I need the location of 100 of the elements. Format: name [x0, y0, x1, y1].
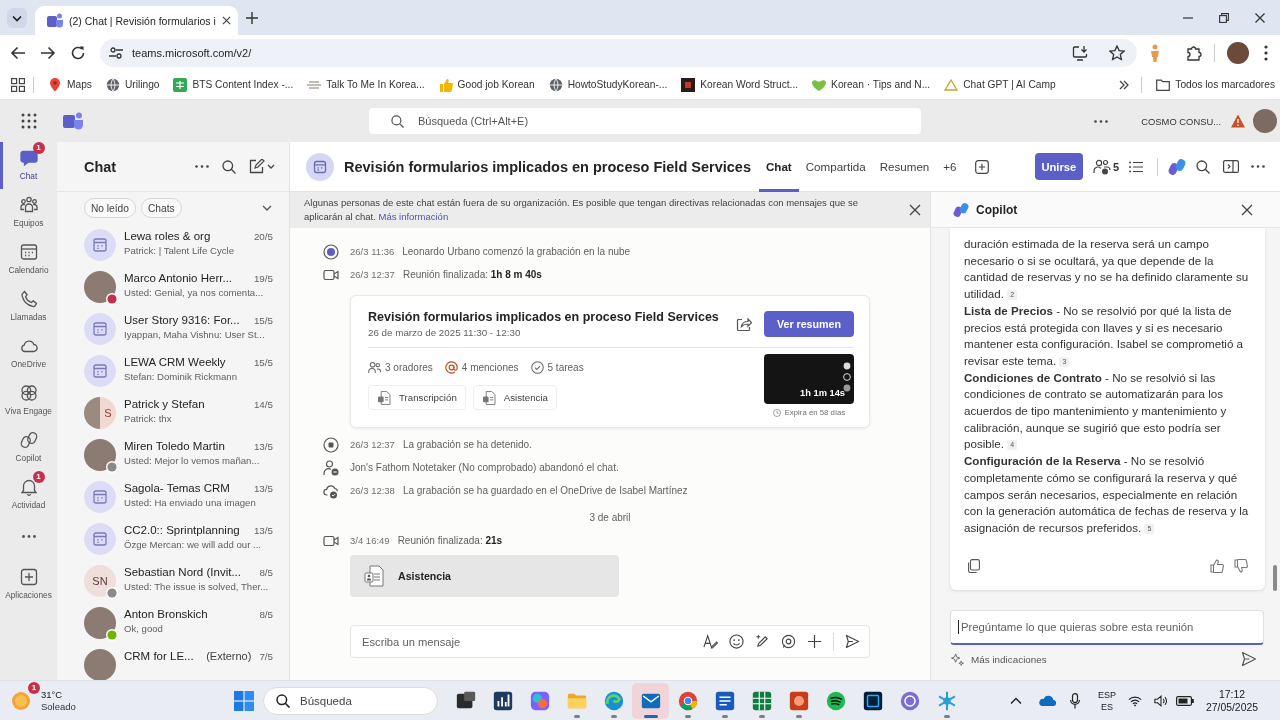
chat-name[interactable]: CC2.0:: Sprintplanning: [124, 524, 240, 536]
more-icon[interactable]: [21, 535, 36, 538]
list-icon[interactable]: [1129, 159, 1143, 174]
bookmark-link[interactable]: Good job Korean: [432, 73, 543, 96]
cloud-icon[interactable]: [1037, 695, 1056, 706]
weather-widget[interactable]: 1 31°C Soleado: [0, 680, 234, 720]
app-launcher-icon[interactable]: [21, 113, 37, 129]
file-button[interactable]: Transcripción: [368, 385, 466, 410]
compose-icon[interactable]: [249, 159, 275, 174]
search-icon[interactable]: [222, 159, 236, 174]
apps-grid-icon[interactable]: [11, 77, 25, 92]
taskbar-search[interactable]: Búsqueda: [263, 686, 438, 715]
filter-chip[interactable]: Chats: [140, 198, 182, 218]
chat-name[interactable]: Patrick y Stefan: [124, 398, 205, 410]
ring-bubble-icon[interactable]: [781, 634, 796, 649]
puzzle-icon[interactable]: [1186, 44, 1202, 61]
windows-logo-icon[interactable]: [234, 690, 254, 711]
close-icon[interactable]: [1255, 12, 1265, 23]
avatar-placeholder[interactable]: [1253, 109, 1277, 133]
more-prompts-button[interactable]: Más indicaciones: [951, 652, 1047, 666]
rail-item[interactable]: Llamadas: [0, 283, 57, 330]
side-panel-icon[interactable]: [1223, 160, 1239, 173]
back-icon[interactable]: [10, 44, 26, 61]
send-icon[interactable]: [1241, 651, 1257, 667]
chat-name[interactable]: User Story 9316: For...: [124, 314, 240, 326]
chat-name[interactable]: Lewa roles & org: [124, 230, 211, 242]
meeting-title[interactable]: Revisión formularios implicados en proceso Field Services: [368, 308, 736, 325]
language-indicator[interactable]: ESP ES: [1097, 688, 1116, 713]
close-icon[interactable]: [909, 204, 921, 216]
chat-name[interactable]: Anton Bronskich: [124, 608, 208, 620]
plus-icon[interactable]: [807, 634, 822, 649]
close-icon[interactable]: [221, 16, 231, 25]
bookmark-link[interactable]: Chat GPT | AI Camp: [938, 73, 1064, 96]
filter-chip[interactable]: No leído: [84, 198, 136, 218]
restore-icon[interactable]: [1219, 12, 1229, 23]
bookmark-link[interactable]: BTS Content Index -...: [167, 73, 302, 96]
search-field[interactable]: Búsqueda (Ctrl+Alt+E): [369, 108, 921, 134]
star-icon[interactable]: [1109, 44, 1125, 61]
rail-item[interactable]: Equipos: [0, 189, 57, 236]
chat-name[interactable]: Sebastian Nord (Invit...: [124, 566, 241, 578]
message-field[interactable]: Escriba un mensaje: [350, 625, 870, 658]
emoji-icon[interactable]: [729, 634, 744, 649]
more-icon[interactable]: [1251, 165, 1265, 168]
send-icon[interactable]: [845, 634, 860, 649]
chat-name[interactable]: CRM for LE...: [124, 650, 194, 662]
view-summary-button[interactable]: Ver resumen: [764, 311, 854, 337]
file-button[interactable]: Asistencia: [472, 385, 557, 410]
rail-item[interactable]: Aplicaciones: [0, 561, 57, 608]
bookmark-link[interactable]: HowtoStudyKorean-...: [542, 73, 676, 96]
chat-name[interactable]: Marco Antonio Herr...: [124, 272, 233, 284]
chevron-double-icon[interactable]: [1119, 79, 1130, 90]
rail-item[interactable]: Calendario: [0, 236, 57, 283]
battery-icon[interactable]: [1176, 695, 1194, 706]
attachment-card[interactable]: Asistencia: [350, 555, 619, 597]
menu-icon[interactable]: [1264, 44, 1268, 61]
browser-tab[interactable]: (2) Chat | Revisión formularios i: [35, 6, 238, 35]
warning-icon[interactable]: [1231, 114, 1245, 128]
people-tile-icon[interactable]: [63, 112, 83, 130]
more-icon[interactable]: [195, 165, 209, 168]
bookmark-link[interactable]: Korean · Tips and N...: [806, 73, 939, 96]
join-button[interactable]: Unirse: [1034, 153, 1083, 180]
bookmark-link[interactable]: Korean Word Struct...: [675, 73, 807, 96]
thumbs-down-icon[interactable]: [1234, 559, 1248, 573]
tab[interactable]: Resumen: [872, 141, 937, 192]
more-tabs-button[interactable]: +6: [936, 141, 965, 192]
chat-name[interactable]: LEWA CRM Weekly: [124, 356, 226, 368]
minimize-icon[interactable]: [1183, 16, 1193, 19]
more-icon[interactable]: [1094, 119, 1109, 123]
thumbs-up-icon[interactable]: [1210, 559, 1224, 573]
chat-name[interactable]: Sagola- Temas CRM: [124, 482, 230, 494]
tab[interactable]: Compartida: [798, 141, 873, 192]
more-info-link[interactable]: Más información: [378, 211, 449, 222]
address-bar[interactable]: teams.microsoft.com/v2/: [100, 38, 1137, 67]
profile-avatar[interactable]: [1227, 41, 1249, 64]
forward-icon[interactable]: [40, 44, 56, 61]
add-tab-icon[interactable]: [974, 159, 989, 174]
monitor-download-icon[interactable]: [1072, 44, 1088, 61]
chevron-down-icon[interactable]: [262, 203, 272, 213]
bookmark-link[interactable]: Maps: [42, 73, 100, 96]
bookmark-link[interactable]: Urilingo: [99, 73, 168, 96]
rail-item[interactable]: Copilot: [0, 424, 57, 471]
text-format-icon[interactable]: [703, 634, 718, 649]
rail-item[interactable]: Viva Engage: [0, 377, 57, 424]
share-icon[interactable]: [736, 316, 752, 332]
prompt-field[interactable]: Pregúntame lo que quieras sobre esta reunión: [950, 610, 1264, 645]
rail-item[interactable]: 1 Actividad: [0, 471, 57, 518]
rail-item[interactable]: OneDrive: [0, 330, 57, 377]
copy-icon[interactable]: [967, 559, 981, 573]
reload-icon[interactable]: [70, 44, 86, 61]
search-icon[interactable]: [1196, 159, 1210, 174]
volume-icon[interactable]: [1154, 693, 1168, 708]
site-settings-icon[interactable]: [109, 45, 123, 60]
chat-name[interactable]: Miren Toledo Martin: [124, 440, 225, 452]
all-bookmarks-link[interactable]: Todos los marcadores: [1150, 73, 1275, 96]
close-icon[interactable]: [1241, 203, 1253, 216]
new-tab-icon[interactable]: [246, 11, 258, 24]
tab-list-icon[interactable]: [7, 7, 27, 28]
microphone-icon[interactable]: [1069, 692, 1080, 709]
clock[interactable]: 17:12 27/05/2025: [1206, 687, 1258, 714]
participants-button[interactable]: 5: [1092, 158, 1119, 175]
